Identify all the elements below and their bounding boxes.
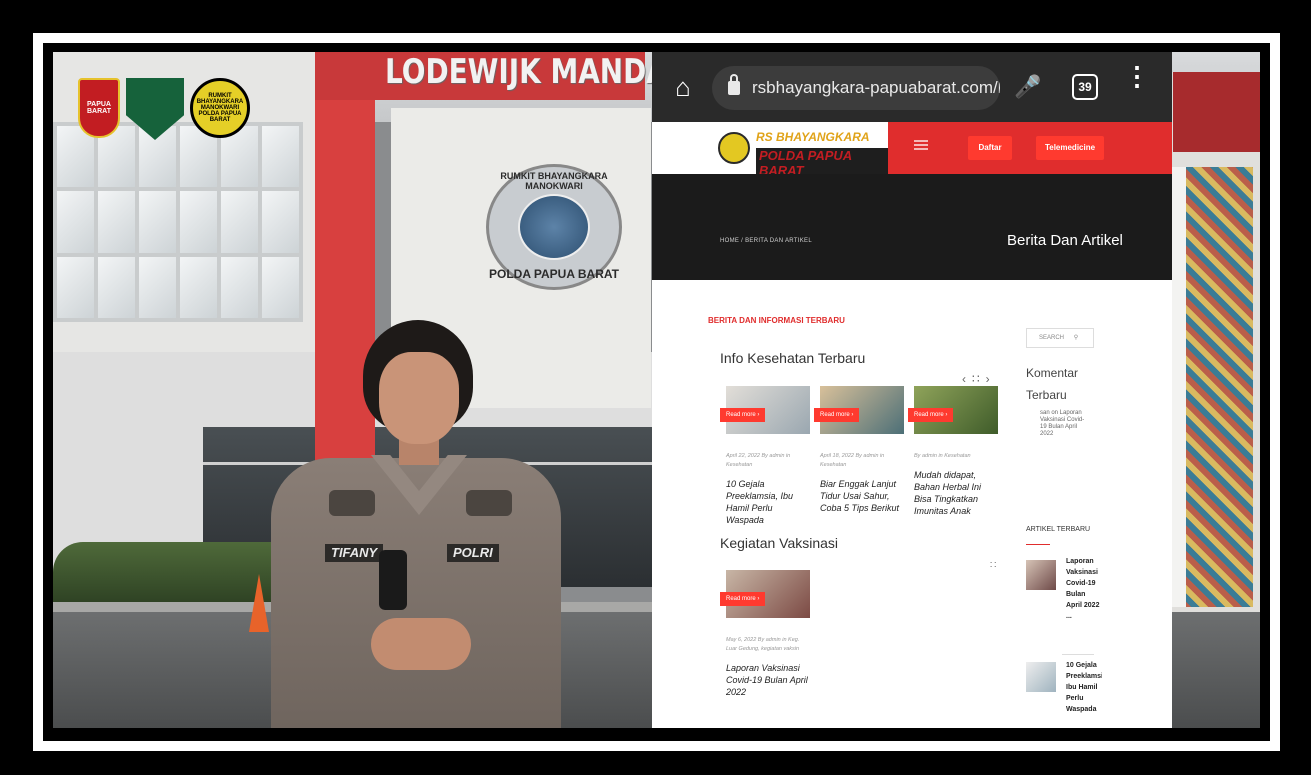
main-content: BERITA DAN INFORMASI TERBARU Info Keseha…	[652, 280, 1172, 728]
telemedicine-button[interactable]: Telemedicine	[1036, 136, 1104, 160]
read-more-button[interactable]: Read more ›	[720, 592, 766, 606]
search-placeholder: SEARCH	[1039, 335, 1065, 341]
komentar-heading: Komentar	[1026, 366, 1079, 380]
komentar-heading-2: Terbaru	[1026, 388, 1067, 402]
kebab-menu-icon[interactable]: ⋮	[1124, 63, 1150, 104]
card-title[interactable]: Laporan Vaksinasi Covid-19 Bulan April 2…	[726, 662, 810, 698]
card-image[interactable]: Read more ›	[720, 386, 810, 434]
read-more-button[interactable]: Read more ›	[908, 408, 954, 422]
artikel-underline	[1026, 544, 1050, 545]
section-info-title: Info Kesehatan Terbaru	[720, 350, 866, 366]
chevron-left-icon[interactable]: ‹	[962, 372, 966, 386]
card-meta: April 22, 2022 By admin in Kesehatan	[726, 453, 791, 468]
url-text: rsbhayangkara-papuabarat.com/b	[752, 78, 1000, 97]
section-vaksin-title: Kegiatan Vaksinasi	[720, 535, 839, 551]
site-nav: Daftar Telemedicine	[888, 122, 1172, 174]
emblem-bottom-text: POLDA PAPUA BARAT	[489, 267, 619, 281]
search-icon[interactable]: ⚲	[1074, 335, 1078, 341]
card-title[interactable]: Biar Enggak Lanjut Tidur Usai Sahur, Cob…	[820, 478, 904, 514]
sidebar-post-title[interactable]: Laporan Vaksinasi Covid-19 Bulan April 2…	[1066, 556, 1102, 622]
card-meta: By admin in Kesehatan	[914, 453, 971, 459]
radio-device	[379, 550, 407, 610]
section-kicker: BERITA DAN INFORMASI TERBARU	[708, 316, 845, 325]
sidebar-post-title[interactable]: 10 Gejala Preeklamsia, Ibu Hamil Perlu W…	[1066, 660, 1102, 715]
ornamental-pattern	[1183, 167, 1253, 607]
police-logo: PAPUA BARAT	[78, 78, 120, 138]
hospital-emblem: RUMKIT BHAYANGKARA MANOKWARI POLDA PAPUA…	[486, 164, 622, 290]
white-post	[1170, 167, 1186, 607]
microphone-icon[interactable]: 🎤	[1014, 72, 1041, 102]
browser-toolbar: ⌂ rsbhayangkara-papuabarat.com/b 🎤 39 ⋮	[652, 52, 1172, 122]
card-meta: April 18, 2022 By admin in Kesehatan	[820, 453, 885, 468]
epaulet-left	[329, 490, 375, 516]
rs-badge-icon	[718, 132, 750, 164]
caduceus-icon	[518, 194, 590, 260]
info-card[interactable]: Read more › By admin in Kesehatan Mudah …	[908, 386, 998, 517]
card-image[interactable]: Read more ›	[908, 386, 998, 434]
rs-logo: RUMKIT BHAYANGKARA MANOKWARI POLDA PAPUA…	[190, 78, 250, 138]
medical-logo	[126, 78, 184, 140]
info-card[interactable]: Read more › April 18, 2022 By admin in K…	[814, 386, 904, 514]
page-hero: HOME / BERITA DAN ARTIKEL Berita Dan Art…	[652, 174, 1172, 280]
address-bar[interactable]: rsbhayangkara-papuabarat.com/b	[712, 66, 1000, 110]
hands	[371, 618, 471, 670]
post-thumbnail[interactable]	[1026, 560, 1056, 590]
browser-overlay: ⌂ rsbhayangkara-papuabarat.com/b 🎤 39 ⋮ …	[652, 52, 1172, 728]
chevron-right-icon[interactable]: ›	[986, 372, 990, 386]
card-image[interactable]: Read more ›	[720, 570, 810, 618]
logo-group: PAPUA BARAT RUMKIT BHAYANGKARA MANOKWARI…	[78, 78, 250, 140]
card-meta: May 6, 2022 By admin in Keg. Luar Gedung…	[726, 637, 800, 652]
post-thumbnail[interactable]	[1026, 662, 1056, 692]
grid-icon[interactable]: ∷	[990, 560, 996, 571]
site-logo[interactable]: RS BHAYANGKARA POLDA PAPUA BARAT	[652, 122, 888, 178]
info-card[interactable]: Read more › April 22, 2022 By admin in K…	[720, 386, 810, 526]
daftar-button[interactable]: Daftar	[968, 136, 1012, 160]
video-scene: LODEWIJK MANDA RUMKIT BHAYANGKARA MANOKW…	[53, 52, 1260, 728]
card-title[interactable]: Mudah didapat, Bahan Herbal Ini Bisa Tin…	[914, 469, 998, 517]
building-windows	[53, 122, 303, 322]
artikel-heading: ARTIKEL TERBARU	[1026, 526, 1091, 533]
breadcrumb[interactable]: HOME / BERITA DAN ARTIKEL	[720, 238, 812, 244]
tab-count-button[interactable]: 39	[1072, 74, 1098, 100]
vaksin-card[interactable]: Read more › May 6, 2022 By admin in Keg.…	[720, 570, 810, 698]
card-title[interactable]: 10 Gejala Preeklamsia, Ibu Hamil Perlu W…	[726, 478, 810, 526]
card-image[interactable]: Read more ›	[814, 386, 904, 434]
site-header: RS BHAYANGKARA POLDA PAPUA BARAT Daftar …	[652, 122, 1172, 178]
presenter: TIFANY POLRI	[271, 320, 561, 728]
komentar-entry[interactable]: san on Laporan Vaksinasi Covid-19 Bulan …	[1040, 410, 1086, 438]
face	[379, 352, 459, 444]
search-input[interactable]: SEARCH ⚲	[1026, 328, 1094, 348]
home-icon[interactable]: ⌂	[668, 72, 698, 102]
nametag-left: TIFANY	[325, 544, 384, 562]
nametag-right: POLRI	[447, 544, 499, 562]
divider	[1062, 654, 1094, 655]
hamburger-icon[interactable]	[914, 140, 928, 150]
read-more-button[interactable]: Read more ›	[814, 408, 860, 422]
logo-line1: RS BHAYANGKARA	[756, 130, 870, 144]
lock-icon	[728, 74, 740, 95]
epaulet-right	[466, 490, 512, 516]
emblem-top-text: RUMKIT BHAYANGKARA MANOKWARI	[500, 171, 608, 191]
traffic-cone	[249, 574, 269, 632]
carousel-controls: ‹ ∷ ›	[962, 372, 990, 386]
sidebar: SEARCH ⚲ Komentar Terbaru san on Laporan…	[1022, 280, 1102, 728]
page-title: Berita Dan Artikel	[1007, 232, 1123, 249]
video-frame: LODEWIJK MANDA RUMKIT BHAYANGKARA MANOKW…	[0, 0, 1311, 775]
building-sign: LODEWIJK MANDA	[385, 52, 668, 92]
read-more-button[interactable]: Read more ›	[720, 408, 766, 422]
building-right-roof	[1173, 72, 1260, 152]
grid-icon[interactable]: ∷	[972, 372, 980, 386]
